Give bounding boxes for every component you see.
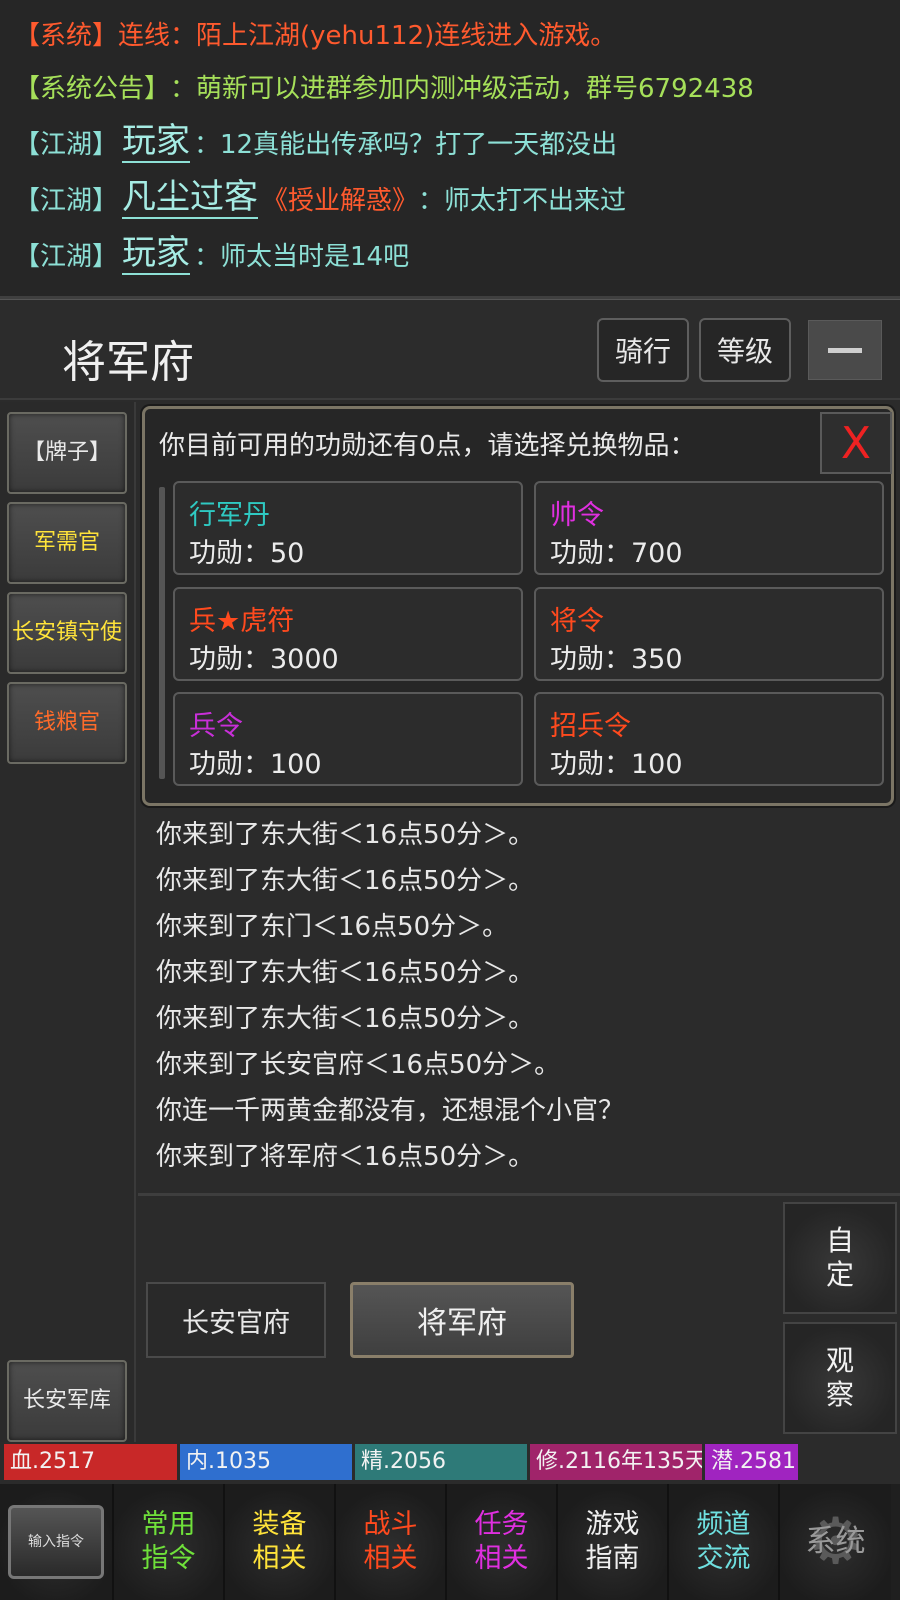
energy-bar: 精.2056 <box>355 1444 527 1480</box>
exchange-item[interactable]: 行军丹 功勋：50 <box>173 481 523 575</box>
npc-button-garrison-envoy[interactable]: 长安镇守使 <box>7 592 127 674</box>
chat-tag: 【系统】 <box>14 20 119 51</box>
chat-line-jianghu: 【江湖】 玩家 ：师太当时是14吧 <box>14 226 900 282</box>
input-command-button[interactable]: 输入指令 <box>0 1484 114 1600</box>
item-cost: 功勋：50 <box>189 538 305 569</box>
chat-player-name[interactable]: 凡尘过客 <box>122 177 259 219</box>
item-name: 招兵令 <box>550 711 631 742</box>
log-line: 你来到了东大街＜16点50分＞。 <box>156 958 535 988</box>
exit-button-government-office[interactable]: 长安官府 <box>146 1282 326 1358</box>
chat-player-name[interactable]: 玩家 <box>122 121 191 163</box>
npc-button-armory[interactable]: 长安军库 <box>7 1360 127 1442</box>
chat-panel[interactable]: 【系统】 连线：陌上江湖(yehu112)连线进入游戏。 【系统公告】 ：萌新可… <box>0 0 900 300</box>
item-cost: 功勋：350 <box>550 644 683 675</box>
cultivation-bar: 修.2116年135天 <box>530 1444 702 1480</box>
nav-channels[interactable]: 频道 交流 <box>669 1484 780 1600</box>
minimize-button[interactable] <box>808 320 882 380</box>
nav-equipment[interactable]: 装备 相关 <box>225 1484 336 1600</box>
status-bars: 血.2517 内.1035 精.2056 修.2116年135天 潜.2581 <box>4 1444 896 1480</box>
inner-power-bar: 内.1035 <box>180 1444 352 1480</box>
close-icon: X <box>840 417 872 469</box>
potential-bar: 潜.2581 <box>705 1444 798 1480</box>
item-cost: 功勋：700 <box>550 538 683 569</box>
item-name: 将令 <box>550 606 604 637</box>
custom-button[interactable]: 自 定 <box>783 1202 897 1314</box>
chat-player-name[interactable]: 玩家 <box>122 233 191 275</box>
chat-tag: 【系统公告】 <box>14 73 171 104</box>
log-line: 你来到了东门＜16点50分＞。 <box>156 912 509 942</box>
dialog-prompt: 你目前可用的功勋还有0点，请选择兑换物品： <box>159 431 696 461</box>
chat-line-jianghu: 【江湖】 凡尘过客 《授业解惑》 ：师太打不出来过 <box>14 170 900 226</box>
chat-text: ：师太当时是14吧 <box>194 241 410 272</box>
item-name: 兵令 <box>189 711 243 742</box>
item-name: 帅令 <box>550 500 604 531</box>
chat-tag: 【江湖】 <box>14 241 119 272</box>
nav-system[interactable]: ⚙ 系统 <box>780 1484 891 1600</box>
input-command-icon: 输入指令 <box>8 1505 104 1579</box>
exchange-item[interactable]: 兵令 功勋：100 <box>173 692 523 786</box>
nav-combat[interactable]: 战斗 相关 <box>336 1484 447 1600</box>
chat-tag: 【江湖】 <box>14 129 119 160</box>
item-cost: 功勋：100 <box>189 749 322 780</box>
npc-button-sign[interactable]: 【牌子】 <box>7 412 127 494</box>
bottom-nav: 输入指令 常用 指令 装备 相关 战斗 相关 任务 相关 游戏 指南 频道 交流… <box>0 1484 900 1600</box>
npc-button-treasurer[interactable]: 钱粮官 <box>7 682 127 764</box>
log-line: 你来到了东大街＜16点50分＞。 <box>156 820 535 850</box>
chat-text: 连线：陌上江湖(yehu112)连线进入游戏。 <box>118 20 617 51</box>
nav-system-label: 系统 <box>805 1524 866 1559</box>
chat-text: ：师太打不出来过 <box>418 185 627 216</box>
message-log[interactable]: 你来到了东大街＜16点50分＞。 你来到了东大街＜16点50分＞。 你来到了东门… <box>156 812 886 1180</box>
exchange-item[interactable]: 帅令 功勋：700 <box>534 481 884 575</box>
custom-button-label: 自 定 <box>825 1224 854 1291</box>
item-cost: 功勋：100 <box>550 749 683 780</box>
chat-text: ：萌新可以进群参加内测冲级活动，群号6792438 <box>170 73 754 104</box>
nav-common-commands[interactable]: 常用 指令 <box>114 1484 225 1600</box>
level-button[interactable]: 等级 <box>699 318 791 382</box>
minus-icon <box>828 347 862 353</box>
chat-line-system: 【系统】 连线：陌上江湖(yehu112)连线进入游戏。 <box>14 8 900 58</box>
log-divider <box>138 1193 900 1196</box>
log-line: 你来到了东大街＜16点50分＞。 <box>156 866 535 896</box>
exit-button-general-mansion[interactable]: 将军府 <box>350 1282 574 1358</box>
exchange-item[interactable]: 兵★虎符 功勋：3000 <box>173 587 523 681</box>
chat-line-jianghu: 【江湖】 玩家 ：12真能出传承吗？打了一天都没出 <box>14 114 900 170</box>
chat-line-announcement: 【系统公告】 ：萌新可以进群参加内测冲级活动，群号6792438 <box>14 58 900 114</box>
npc-sidebar: 【牌子】 军需官 长安镇守使 钱粮官 长安军库 <box>0 402 136 1442</box>
location-title: 将军府 <box>62 337 194 388</box>
location-header: 将军府 骑行 等级 <box>0 300 900 400</box>
item-cost: 功勋：3000 <box>189 644 339 675</box>
npc-button-quartermaster[interactable]: 军需官 <box>7 502 127 584</box>
exchange-item[interactable]: 招兵令 功勋：100 <box>534 692 884 786</box>
close-button[interactable]: X <box>820 412 892 474</box>
item-name: 兵★虎符 <box>189 606 295 637</box>
log-line: 你连一千两黄金都没有，还想混个小官？ <box>156 1096 625 1126</box>
log-line: 你来到了长安官府＜16点50分＞。 <box>156 1050 561 1080</box>
item-name: 行军丹 <box>189 500 270 531</box>
log-line: 你来到了将军府＜16点50分＞。 <box>156 1142 535 1172</box>
observe-button[interactable]: 观 察 <box>783 1322 897 1434</box>
dialog-scrollbar[interactable] <box>159 487 165 779</box>
chat-tag: 【江湖】 <box>14 185 119 216</box>
hp-bar: 血.2517 <box>4 1444 177 1480</box>
chat-text: ：12真能出传承吗？打了一天都没出 <box>194 129 618 160</box>
observe-button-label: 观 察 <box>825 1344 854 1411</box>
nav-quests[interactable]: 任务 相关 <box>447 1484 558 1600</box>
exchange-item[interactable]: 将令 功勋：350 <box>534 587 884 681</box>
nav-game-guide[interactable]: 游戏 指南 <box>558 1484 669 1600</box>
merit-exchange-dialog: 你目前可用的功勋还有0点，请选择兑换物品： X 行军丹 功勋：50 帅令 功勋：… <box>142 406 894 806</box>
log-line: 你来到了东大街＜16点50分＞。 <box>156 1004 535 1034</box>
chat-player-title: 《授业解惑》 <box>262 185 419 216</box>
ride-button[interactable]: 骑行 <box>597 318 689 382</box>
